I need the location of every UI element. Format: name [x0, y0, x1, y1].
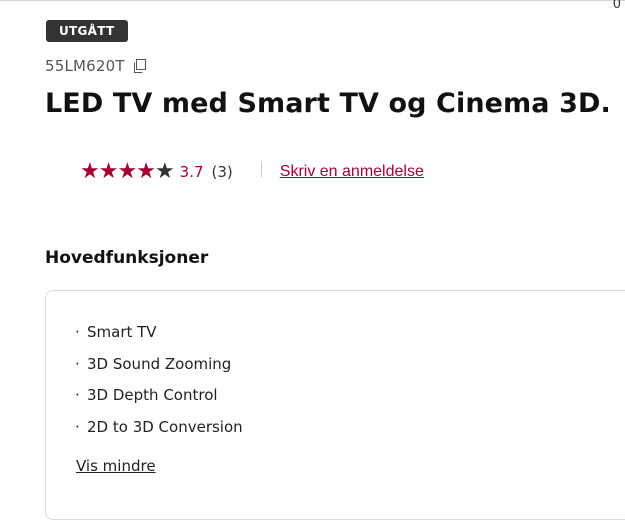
list-item: · 3D Sound Zooming: [75, 355, 243, 387]
features-box: · Smart TV · 3D Sound Zooming · 3D Depth Co…: [45, 290, 625, 520]
write-review-link[interactable]: Skriv en anmeldelse: [280, 163, 424, 181]
rating-value: 3.7: [179, 163, 204, 181]
rating-divider: [260, 161, 262, 177]
feature-label: 3D Depth Control: [87, 386, 218, 404]
model-row: 55LM620T: [45, 57, 147, 75]
list-item: · Smart TV: [75, 323, 243, 355]
section-title: Hovedfunksjoner: [45, 248, 209, 268]
star-icon: ★: [80, 159, 100, 184]
star-icon: ★: [98, 159, 119, 184]
model-number: 55LM620T: [45, 57, 125, 75]
page-title: LED TV med Smart TV og Cinema 3D.: [45, 88, 611, 119]
list-item: · 2D to 3D Conversion: [75, 418, 243, 450]
bullet: ·: [75, 417, 80, 436]
show-less-link[interactable]: Vis mindre: [76, 457, 156, 475]
star-icon: ★: [136, 159, 156, 184]
bullet: ·: [75, 323, 80, 341]
copy-icon[interactable]: [132, 58, 147, 74]
rating-stars: ★ ★ ★ ★ ★: [80, 159, 175, 184]
corner-count: 0: [612, 0, 621, 12]
feature-list: · Smart TV · 3D Sound Zooming · 3D Depth Co…: [75, 323, 243, 449]
feature-label: Smart TV: [87, 323, 157, 341]
status-badge: UTGÅTT: [46, 20, 128, 42]
feature-label: 2D to 3D Conversion: [87, 417, 243, 436]
top-divider: [0, 0, 625, 1]
star-icon: ★: [154, 159, 175, 184]
rating-count: (3): [211, 163, 233, 181]
rating-row: ★ ★ ★ ★ ★ 3.7 (3) Skriv en anmeldelse: [80, 160, 424, 184]
bullet: ·: [75, 386, 80, 404]
list-item: · 3D Depth Control: [75, 386, 243, 418]
bullet: ·: [75, 354, 80, 373]
star-icon: ★: [117, 159, 138, 184]
feature-label: 3D Sound Zooming: [87, 354, 232, 373]
